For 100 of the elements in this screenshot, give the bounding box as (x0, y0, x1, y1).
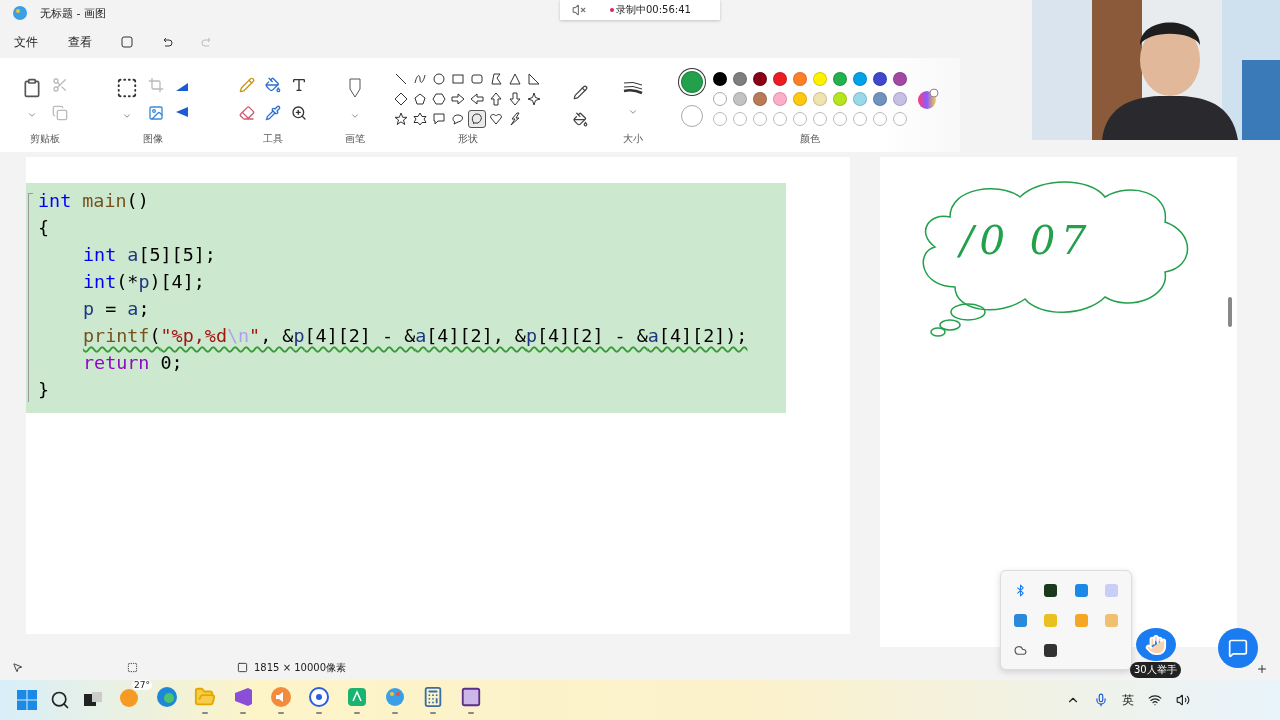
right-triangle-shape-icon (527, 72, 541, 86)
shape-option[interactable] (449, 90, 467, 108)
group-label: 大小 (622, 132, 643, 146)
hand-icon (1145, 633, 1167, 656)
microphone-icon[interactable] (1094, 693, 1108, 707)
select-icon[interactable] (115, 77, 138, 99)
color-picker-icon[interactable] (264, 105, 281, 121)
muted-speaker-icon[interactable] (572, 3, 586, 17)
menu-item[interactable]: 文件 (12, 31, 40, 53)
eraser-icon[interactable] (238, 105, 255, 121)
text-tool-icon[interactable] (290, 77, 307, 93)
volume-icon[interactable] (1176, 693, 1190, 707)
raise-hand-button[interactable] (1136, 628, 1176, 661)
shape-option[interactable] (468, 90, 486, 108)
shape-option[interactable] (411, 110, 429, 128)
gpu-icon[interactable] (1044, 583, 1058, 597)
shape-option[interactable] (430, 90, 448, 108)
temperature: 27° (132, 680, 152, 690)
star4-shape-icon (527, 92, 541, 106)
roundrect-shape-icon (470, 72, 484, 86)
cloud-icon[interactable] (1013, 643, 1027, 657)
chat-icon (1228, 638, 1248, 658)
caret-icon[interactable] (627, 107, 638, 117)
brush-icon[interactable] (348, 77, 362, 99)
group-label: 图像 (142, 132, 163, 146)
caret-icon[interactable] (27, 110, 37, 120)
recording-time: 录制中00:56:41 (610, 3, 691, 17)
primary-color-swatch[interactable] (681, 71, 703, 93)
paste-icon[interactable] (22, 78, 42, 98)
arrow-up-shape-icon (489, 92, 503, 106)
window-title: 无标题 - 画图 (40, 5, 106, 21)
code-line: p = a; (83, 298, 150, 319)
raise-hand-count: 30人举手 (1130, 662, 1181, 678)
palette-icon (384, 686, 406, 708)
start-icon[interactable] (16, 689, 38, 711)
globe-icon (156, 686, 178, 708)
shape-option[interactable] (392, 90, 410, 108)
heart-shape-icon (489, 112, 503, 126)
folder-icon (194, 686, 216, 708)
pointer-icon (12, 662, 23, 673)
fill-bucket-icon[interactable] (264, 77, 281, 93)
shape-option[interactable] (392, 110, 410, 128)
arrow-left-shape-icon (470, 92, 484, 106)
hexagon-shape-icon (432, 92, 446, 106)
rect-shape-icon (451, 72, 465, 86)
sun-icon (118, 686, 140, 708)
oval-shape-icon (432, 72, 446, 86)
canvas-size-icon (237, 662, 248, 673)
shape-option[interactable] (525, 90, 543, 108)
star6-shape-icon (413, 112, 427, 126)
app-tray-icon[interactable] (1044, 643, 1058, 657)
shape-option[interactable] (468, 110, 486, 128)
code-line: int(*p)[4]; (83, 271, 205, 292)
star5-shape-icon (394, 112, 408, 126)
fill-icon[interactable] (572, 112, 588, 127)
magnifier-icon[interactable] (290, 105, 307, 121)
speaker-icon (270, 686, 292, 708)
code-line: } (38, 379, 50, 400)
canvas-size: 1815 × 10000像素 (254, 660, 346, 675)
caret-icon[interactable] (121, 111, 132, 121)
group-label: 颜色 (800, 132, 820, 146)
input-method[interactable]: 英 (1122, 691, 1134, 709)
code-line: int main() (38, 190, 149, 211)
zoom-in-icon[interactable] (1256, 663, 1268, 675)
shape-option[interactable] (430, 70, 448, 88)
code-line: return 0; (83, 352, 183, 373)
calculator-icon (422, 686, 444, 708)
document-icon (346, 686, 368, 708)
color-swatch[interactable] (713, 92, 727, 106)
line-width-icon[interactable] (622, 81, 643, 95)
polygon-shape-icon (489, 72, 503, 86)
triangle-shape-icon (508, 72, 522, 86)
arrow-down-shape-icon (508, 92, 522, 106)
curve-shape-icon (413, 72, 427, 86)
caret-icon[interactable] (350, 111, 360, 121)
group-label: 工具 (262, 132, 283, 146)
chat-icon (308, 686, 330, 708)
code-line: { (38, 217, 50, 238)
callout-oval-shape-icon (451, 112, 465, 126)
menu-item[interactable]: 查看 (66, 31, 94, 53)
shape-option[interactable] (487, 90, 505, 108)
pencil-icon[interactable] (238, 77, 255, 93)
secondary-color-swatch[interactable] (681, 105, 703, 127)
terminal-icon (460, 686, 482, 708)
resize-icon[interactable] (147, 105, 164, 121)
selection-icon (127, 662, 138, 673)
search-icon[interactable] (50, 690, 70, 710)
outline-icon[interactable] (572, 85, 588, 100)
shield-icon[interactable] (1074, 583, 1088, 597)
shape-option[interactable] (506, 90, 524, 108)
save-icon[interactable] (120, 35, 134, 49)
group-label: 形状 (457, 132, 478, 146)
wifi-icon[interactable] (1148, 693, 1162, 707)
paint-app-icon (12, 5, 28, 21)
chat-button[interactable] (1218, 628, 1258, 668)
code-line: printf("%p,%d\n", &p[4][2] - &a[4][2], &p[4][2] - &a[4][2]); (83, 325, 748, 346)
group-label: 画笔 (345, 132, 365, 146)
group-label: 剪贴板 (30, 132, 60, 146)
callout-rect-shape-icon (432, 112, 446, 126)
color-wheel-icon[interactable] (917, 88, 939, 110)
